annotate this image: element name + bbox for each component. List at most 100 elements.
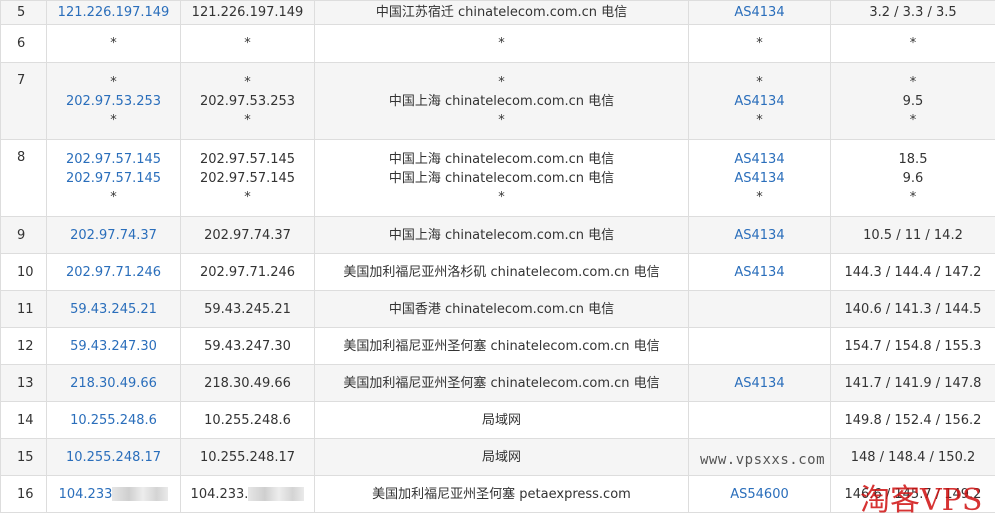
location-cell: * (498, 74, 505, 90)
times-column-cell: 154.7 / 154.8 / 155.3 (830, 327, 995, 365)
locs-column-cell: 中国上海 chinatelecom.com.cn 电信 中国上海 chinatel… (314, 139, 689, 217)
asn-link[interactable]: AS4134 (693, 92, 826, 111)
hostname-cell: 202.97.71.246 (199, 264, 296, 280)
hop-row: 10 202.97.71.246 202.97.71.246 美国加利福尼亚州洛杉矶 … (0, 253, 995, 291)
asns-column-cell (688, 290, 831, 328)
ip-link[interactable]: 10.255.248.17 (51, 448, 176, 467)
ip-link[interactable]: 202.97.57.145 (51, 150, 176, 169)
locs-column-cell: * 中国上海 chinatelecom.com.cn 电信 * (314, 62, 689, 140)
redacted-blur (112, 487, 169, 501)
hostname-cell: 202.97.57.145 (199, 170, 296, 186)
locs-column-cell: 中国江苏宿迁 chinatelecom.com.cn 电信 (314, 0, 689, 25)
ip-link[interactable]: 104.233 (59, 487, 113, 502)
times-column-cell: 3.2 / 3.3 / 3.5 (830, 0, 995, 25)
hosts-column-cell: 10.255.248.6 (180, 401, 315, 439)
locs-column-cell: 美国加利福尼亚州圣何塞 chinatelecom.com.cn 电信 (314, 364, 689, 402)
hostname-cell: 59.43.247.30 (204, 338, 291, 354)
asn-link[interactable]: AS4134 (693, 226, 826, 245)
ips-column-cell: 10.255.248.17 (46, 438, 181, 476)
hop-row: 14 10.255.248.6 10.255.248.6 局域网 149.8 / 152… (0, 401, 995, 439)
latency-cell: * (909, 74, 917, 90)
ip-link[interactable]: 218.30.49.66 (51, 374, 176, 393)
ip-link[interactable]: 202.97.74.37 (51, 226, 176, 245)
hop-row: 12 59.43.247.30 59.43.247.30 美国加利福尼亚州圣何塞 ch… (0, 327, 995, 365)
asn-link[interactable]: AS4134 (693, 263, 826, 282)
location-cell: 美国加利福尼亚州圣何塞 petaexpress.com (372, 486, 631, 502)
ips-column-cell: 59.43.245.21 (46, 290, 181, 328)
locs-column-cell: 局域网 (314, 438, 689, 476)
location-cell: 美国加利福尼亚州圣何塞 chinatelecom.com.cn 电信 (343, 338, 660, 354)
hostname-cell: 202.97.53.253 (199, 93, 296, 109)
hop-row: 6 * * * * * (0, 24, 995, 63)
location-cell: 局域网 (481, 449, 521, 465)
hostname-cell: * (244, 74, 251, 90)
ip-link: * (110, 74, 117, 90)
ips-column-cell: 202.97.57.145 202.97.57.145 * (46, 139, 181, 217)
locs-column-cell: 中国上海 chinatelecom.com.cn 电信 (314, 216, 689, 254)
location-cell: * (498, 112, 505, 128)
locs-column-cell: 美国加利福尼亚州圣何塞 petaexpress.com (314, 475, 689, 513)
hop-number: 14 (0, 401, 47, 439)
hostname-cell: 59.43.245.21 (204, 301, 291, 317)
hosts-column-cell: 218.30.49.66 (180, 364, 315, 402)
asn-link: * (756, 74, 763, 90)
hop-row: 13 218.30.49.66 218.30.49.66 美国加利福尼亚州圣何塞 ch… (0, 364, 995, 402)
hosts-column-cell: 10.255.248.17 (180, 438, 315, 476)
location-cell: 中国上海 chinatelecom.com.cn 电信 (388, 93, 615, 109)
ip-link[interactable]: 202.97.53.253 (51, 92, 176, 111)
ips-column-cell: * 202.97.53.253 * (46, 62, 181, 140)
hop-number: 9 (0, 216, 47, 254)
ip-link: * (110, 189, 117, 205)
hosts-column-cell: 202.97.71.246 (180, 253, 315, 291)
locs-column-cell: 美国加利福尼亚州洛杉矶 chinatelecom.com.cn 电信 (314, 253, 689, 291)
times-column-cell: 18.5 9.6 * (830, 139, 995, 217)
ips-column-cell: 218.30.49.66 (46, 364, 181, 402)
ips-column-cell: 202.97.71.246 (46, 253, 181, 291)
times-column-cell: 140.6 / 141.3 / 144.5 (830, 290, 995, 328)
asn-link[interactable]: AS54600 (693, 485, 826, 504)
hosts-column-cell: 59.43.245.21 (180, 290, 315, 328)
asn-link[interactable]: AS4134 (693, 150, 826, 169)
hostname-cell: 104.233. (190, 486, 249, 502)
ips-column-cell: 121.226.197.149 (46, 0, 181, 25)
ip-link[interactable]: 202.97.71.246 (51, 263, 176, 282)
hostname-cell: * (244, 189, 251, 205)
watermark-logo: 淘客VPS (860, 483, 983, 518)
hostname-cell: 218.30.49.66 (204, 375, 291, 391)
asn-link: * (756, 112, 763, 128)
asns-column-cell: * (688, 24, 831, 63)
hop-row: 15 10.255.248.17 10.255.248.17 局域网 148 / 148… (0, 438, 995, 476)
times-column-cell: * (830, 24, 995, 63)
ip-link[interactable]: 59.43.245.21 (51, 300, 176, 319)
location-cell: 美国加利福尼亚州圣何塞 chinatelecom.com.cn 电信 (343, 375, 660, 391)
hostname-cell: * (244, 112, 251, 128)
location-cell: 中国上海 chinatelecom.com.cn 电信 (388, 227, 615, 243)
ip-link: * (110, 112, 117, 128)
times-column-cell: 141.7 / 141.9 / 147.8 (830, 364, 995, 402)
latency-cell: 144.3 / 144.4 / 147.2 (844, 264, 982, 280)
ip-link[interactable]: 10.255.248.6 (51, 411, 176, 430)
latency-cell: 141.7 / 141.9 / 147.8 (844, 375, 982, 391)
ips-column-cell: 10.255.248.6 (46, 401, 181, 439)
hostname-cell: 10.255.248.17 (199, 449, 296, 465)
hop-row: 8 202.97.57.145 202.97.57.145 * 202.97.57.14… (0, 139, 995, 217)
ip-link[interactable]: 121.226.197.149 (51, 3, 176, 22)
hop-number: 8 (0, 139, 47, 217)
hostname-cell: 202.97.57.145 (199, 151, 296, 167)
ip-link[interactable]: 202.97.57.145 (51, 169, 176, 188)
hop-number: 10 (0, 253, 47, 291)
latency-cell: 10.5 / 11 / 14.2 (863, 227, 963, 243)
ip-link[interactable]: 59.43.247.30 (51, 337, 176, 356)
ip-link: * (110, 36, 117, 51)
asn-link[interactable]: AS4134 (693, 3, 826, 22)
locs-column-cell: * (314, 24, 689, 63)
locs-column-cell: 美国加利福尼亚州圣何塞 chinatelecom.com.cn 电信 (314, 327, 689, 365)
location-cell: 美国加利福尼亚州洛杉矶 chinatelecom.com.cn 电信 (343, 264, 660, 280)
hop-number: 12 (0, 327, 47, 365)
hostname-cell: * (244, 36, 251, 51)
latency-cell: 9.5 (902, 93, 924, 109)
asn-link[interactable]: AS4134 (693, 374, 826, 393)
asn-link[interactable]: AS4134 (693, 169, 826, 188)
hostname-cell: 121.226.197.149 (191, 5, 304, 20)
asns-column-cell: AS4134 (688, 364, 831, 402)
